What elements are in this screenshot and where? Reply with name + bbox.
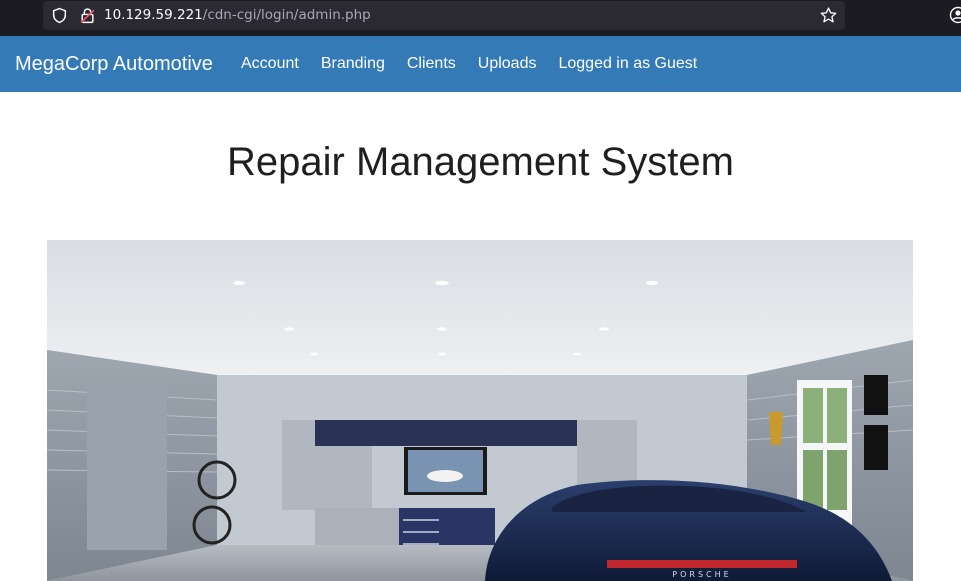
shield-icon[interactable] — [51, 7, 68, 24]
garage-illustration: PORSCHE — [47, 240, 913, 581]
car-badge: PORSCHE — [672, 570, 731, 579]
nav-links: Account Branding Clients Uploads Logged … — [241, 55, 697, 73]
insecure-lock-icon[interactable] — [79, 7, 96, 24]
page-title: Repair Management System — [227, 140, 734, 184]
account-icon[interactable] — [949, 6, 961, 24]
nav-branding[interactable]: Branding — [321, 55, 385, 73]
nav-logged-in-status[interactable]: Logged in as Guest — [558, 55, 697, 73]
browser-toolbar: 10.129.59.221/cdn-cgi/login/admin.php — [0, 0, 961, 36]
url-text[interactable]: 10.129.59.221/cdn-cgi/login/admin.php — [104, 6, 371, 25]
address-bar[interactable]: 10.129.59.221/cdn-cgi/login/admin.php — [43, 1, 845, 30]
nav-clients[interactable]: Clients — [407, 55, 456, 73]
url-host: 10.129.59.221 — [104, 7, 203, 23]
hero-image: PORSCHE — [47, 240, 913, 581]
brand-link[interactable]: MegaCorp Automotive — [15, 53, 213, 75]
bookmark-star-icon[interactable] — [819, 6, 838, 25]
url-path: /cdn-cgi/login/admin.php — [202, 7, 371, 23]
nav-uploads[interactable]: Uploads — [478, 55, 537, 73]
nav-account[interactable]: Account — [241, 55, 299, 73]
site-navbar: MegaCorp Automotive Account Branding Cli… — [0, 36, 961, 92]
